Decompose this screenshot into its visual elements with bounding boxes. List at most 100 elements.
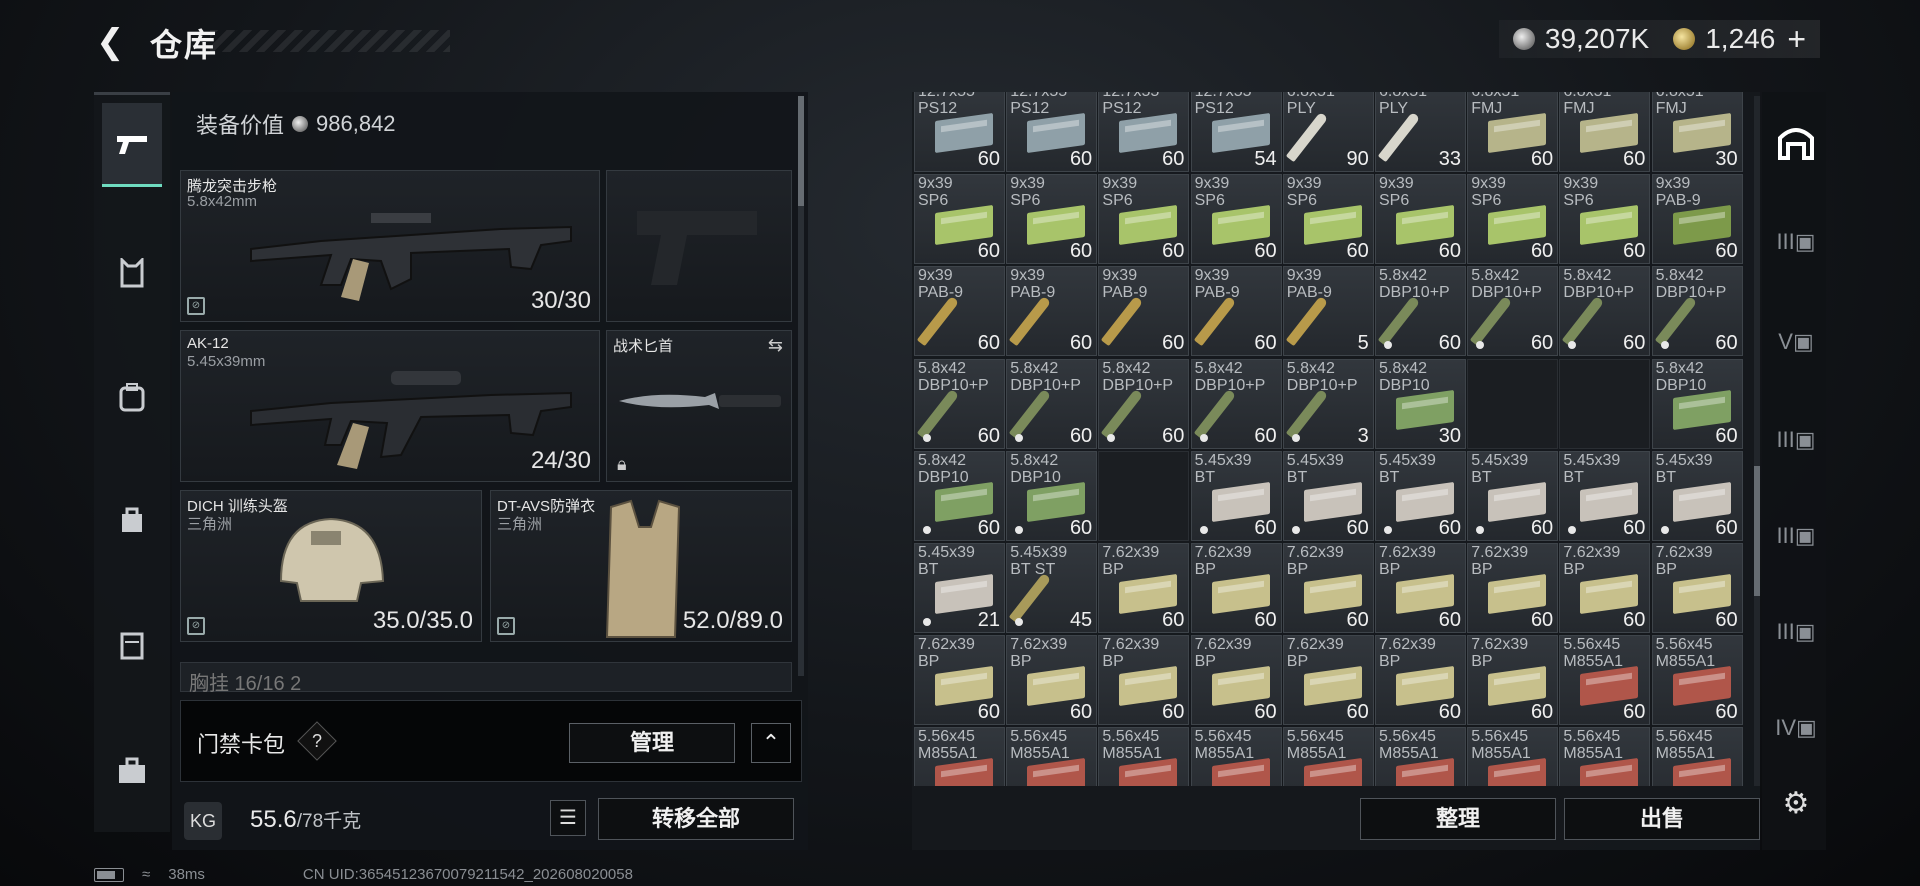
stash-item[interactable]: 5.56x45 M855A1 — [1098, 727, 1190, 786]
sell-button[interactable]: 出售 — [1564, 798, 1760, 840]
armor-icon[interactable] — [102, 231, 162, 315]
stash-item[interactable]: 5.56x45 M855A1 60 — [1559, 635, 1651, 726]
stash-item[interactable]: 6.8x51FMJ 30 — [1651, 92, 1743, 172]
stash-item[interactable]: 7.62x39 BP 60 — [1559, 543, 1651, 633]
primary-weapon-slot[interactable]: 腾龙突击步枪 5.8x42mm ⊘ 30/30 — [180, 170, 600, 322]
stash-item[interactable]: 5.8x42 DBP10 60 — [1651, 358, 1743, 449]
stash-item[interactable]: 12.7x55PS12 60 — [1098, 92, 1190, 172]
stash-item[interactable]: 6.8x51PLY 33 — [1375, 92, 1466, 172]
stash-item[interactable]: 5.8x42 DBP10 30 — [1375, 358, 1466, 449]
vest-icon[interactable] — [102, 603, 162, 687]
stash-item[interactable]: 7.62x39 BP 60 — [1467, 635, 1559, 726]
stash-item[interactable]: 5.8x42 DBP10 60 — [1006, 450, 1098, 541]
stash-item[interactable]: 5.45x39 BT 60 — [1375, 450, 1466, 541]
stash-item[interactable]: 12.7x55PS12 60 — [1006, 92, 1098, 172]
pistol-slot-empty[interactable] — [606, 170, 792, 322]
stash-item[interactable]: 5.45x39 BT 60 — [1190, 450, 1282, 541]
settings-icon[interactable]: ⚙ — [1774, 782, 1818, 826]
stash-item[interactable]: 5.8x42 DBP10+P 60 — [1467, 266, 1559, 357]
sort-button[interactable]: 整理 — [1360, 798, 1556, 840]
stash-item[interactable]: 5.8x42 DBP10+P 60 — [1006, 358, 1098, 449]
home-stash-icon[interactable] — [1774, 122, 1818, 166]
stash-item[interactable]: 7.62x39 BP 60 — [1098, 635, 1190, 726]
stash-item[interactable]: 5.56x45 M855A1 — [914, 727, 1005, 786]
stash-item[interactable]: 7.62x39 BP 60 — [914, 635, 1005, 726]
stash-item[interactable]: 9x39 SP6 60 — [1467, 174, 1559, 265]
stash-item[interactable]: 5.56x45 M855A1 — [1651, 727, 1743, 786]
manage-button[interactable]: 管理 — [569, 723, 735, 763]
add-currency-icon[interactable]: + — [1787, 21, 1806, 58]
stash-item[interactable]: 9x39 SP6 60 — [914, 174, 1005, 265]
stash-item[interactable]: 6.8x51FMJ 60 — [1467, 92, 1559, 172]
helmet-slot[interactable]: DICH 训练头盔 三角洲 ⊘ 35.0/35.0 — [180, 490, 482, 642]
stash-item[interactable]: 5.56x45 M855A1 — [1559, 727, 1651, 786]
stash-cell-empty[interactable] — [1467, 358, 1559, 449]
stash-item[interactable]: 5.8x42 DBP10+P 3 — [1282, 358, 1374, 449]
stash-scrollbar[interactable] — [1754, 96, 1760, 786]
list-view-icon[interactable]: ☰ — [550, 800, 586, 836]
chevron-up-icon[interactable]: ⌃ — [751, 723, 791, 763]
armor-slot[interactable]: DT-AVS防弹衣 三角洲 ⊘ 52.0/89.0 — [490, 490, 792, 642]
tier-3-stash-icon[interactable]: III▣ — [1774, 610, 1818, 654]
stash-item[interactable]: 5.8x42 DBP10+P 60 — [1559, 266, 1651, 357]
stash-item[interactable]: 5.45x39 BT 60 — [1282, 450, 1374, 541]
stash-item[interactable]: 5.56x45 M855A1 — [1467, 727, 1559, 786]
stash-item[interactable]: 7.62x39 BP 60 — [1651, 543, 1743, 633]
stash-item[interactable]: 5.45x39 BT 60 — [1559, 450, 1651, 541]
transfer-all-button[interactable]: 转移全部 — [598, 798, 794, 840]
stash-item[interactable]: 9x39 PAB-9 60 — [1006, 266, 1098, 357]
stash-item[interactable]: 7.62x39 BP 60 — [1282, 635, 1374, 726]
stash-item[interactable]: 7.62x39 BP 60 — [1006, 635, 1098, 726]
stash-item[interactable]: 9x39 SP6 60 — [1559, 174, 1651, 265]
stash-item[interactable]: 9x39 PAB-9 60 — [914, 266, 1005, 357]
stash-item[interactable]: 5.8x42 DBP10+P 60 — [1651, 266, 1743, 357]
swap-icon[interactable]: ⇆ — [768, 335, 783, 356]
back-icon[interactable]: ❮ — [96, 22, 128, 62]
stash-item[interactable]: 9x39 SP6 60 — [1006, 174, 1098, 265]
bag-icon[interactable] — [102, 477, 162, 561]
stash-item[interactable]: 6.8x51PLY 90 — [1282, 92, 1374, 172]
stash-cell-empty[interactable] — [1098, 450, 1190, 541]
stash-item[interactable]: 7.62x39 BP 60 — [1282, 543, 1374, 633]
stash-item[interactable]: 9x39 SP6 60 — [1282, 174, 1374, 265]
stash-item[interactable]: 5.8x42 DBP10+P 60 — [1190, 358, 1282, 449]
knife-slot[interactable]: 战术匕首 ⇆ 🔒︎ — [606, 330, 792, 482]
stash-cell-empty[interactable] — [1559, 358, 1651, 449]
stash-item[interactable]: 5.56x45 M855A1 — [1375, 727, 1466, 786]
tier-5-stash-icon[interactable]: V▣ — [1774, 320, 1818, 364]
stash-item[interactable]: 9x39 SP6 60 — [1375, 174, 1466, 265]
stash-item[interactable]: 7.62x39 BP 60 — [1190, 543, 1282, 633]
stash-item[interactable]: 5.56x45 M855A1 60 — [1651, 635, 1743, 726]
stash-item[interactable]: 5.8x42 DBP10+P 60 — [1375, 266, 1466, 357]
toolbox-icon[interactable] — [102, 729, 162, 813]
help-icon[interactable]: ? — [297, 721, 337, 761]
stash-item[interactable]: 9x39 PAB-9 60 — [1651, 174, 1743, 265]
stash-item[interactable]: 5.45x39 BT ST 45 — [1006, 543, 1098, 633]
stash-item[interactable]: 5.56x45 M855A1 — [1006, 727, 1098, 786]
weapons-icon[interactable] — [102, 103, 162, 187]
chest-rig-slot-partial[interactable]: 胸挂 16/16 2 — [180, 662, 792, 695]
stash-item[interactable]: 12.7x55PS12 54 — [1190, 92, 1282, 172]
stash-item[interactable]: 9x39 PAB-9 5 — [1282, 266, 1374, 357]
stash-item[interactable]: 7.62x39 BP 60 — [1098, 543, 1190, 633]
tier-3-stash-icon[interactable]: III▣ — [1774, 514, 1818, 558]
stash-item[interactable]: 5.45x39 BT 60 — [1651, 450, 1743, 541]
stash-item[interactable]: 12.7x55PS12 60 — [914, 92, 1005, 172]
secondary-weapon-slot[interactable]: AK-12 5.45x39mm 24/30 — [180, 330, 600, 482]
stash-item[interactable]: 5.8x42 DBP10 60 — [914, 450, 1005, 541]
stash-item[interactable]: 9x39 PAB-9 60 — [1098, 266, 1190, 357]
loadout-scrollbar[interactable] — [798, 96, 804, 676]
stash-item[interactable]: 5.45x39 BT 21 — [914, 543, 1005, 633]
stash-item[interactable]: 7.62x39 BP 60 — [1190, 635, 1282, 726]
stash-item[interactable]: 5.8x42 DBP10+P 60 — [914, 358, 1005, 449]
stash-item[interactable]: 7.62x39 BP 60 — [1467, 543, 1559, 633]
backpack-icon[interactable] — [102, 355, 162, 439]
stash-item[interactable]: 9x39 SP6 60 — [1190, 174, 1282, 265]
stash-item[interactable]: 9x39 SP6 60 — [1098, 174, 1190, 265]
stash-item[interactable]: 5.8x42 DBP10+P 60 — [1098, 358, 1190, 449]
stash-item[interactable]: 5.45x39 BT 60 — [1467, 450, 1559, 541]
stash-item[interactable]: 5.56x45 M855A1 — [1190, 727, 1282, 786]
stash-item[interactable]: 9x39 PAB-9 60 — [1190, 266, 1282, 357]
tier-3-stash-icon[interactable]: III▣ — [1774, 220, 1818, 264]
tier-3-stash-icon[interactable]: III▣ — [1774, 418, 1818, 462]
